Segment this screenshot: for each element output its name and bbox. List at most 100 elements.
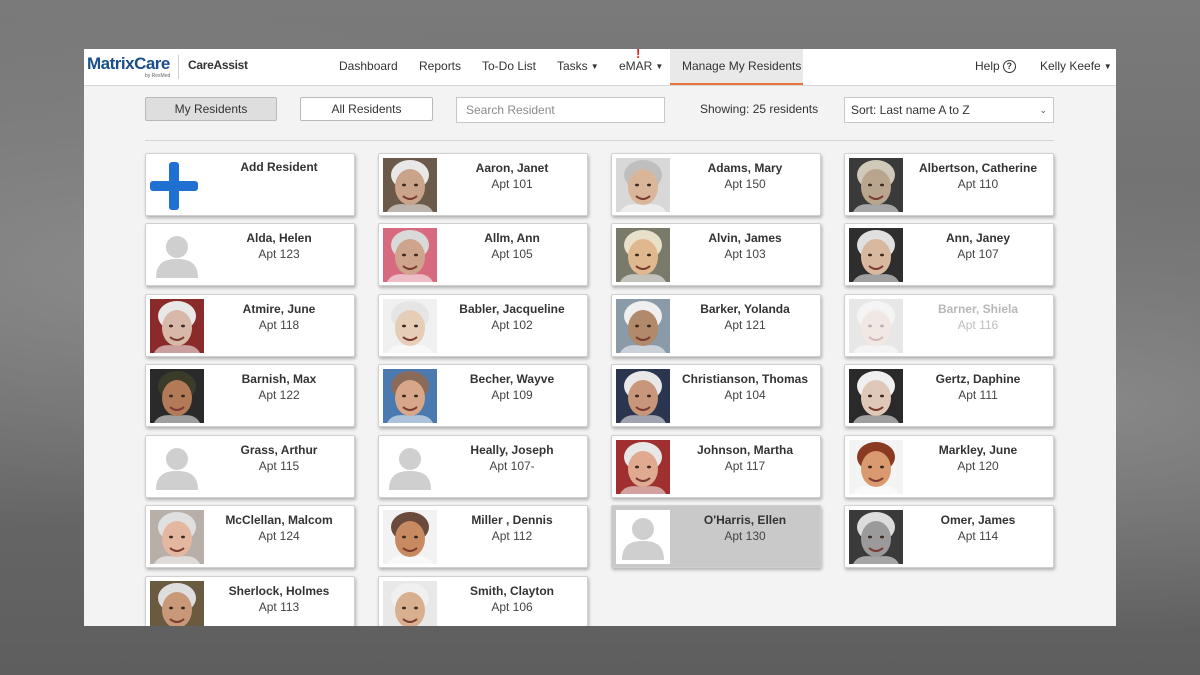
resident-card[interactable]: O'Harris, Ellen Apt 130 (611, 505, 821, 568)
resident-apartment: Apt 105 (491, 247, 533, 261)
resident-apartment: Apt 110 (957, 177, 999, 191)
nav-emar-label: eMAR (619, 59, 653, 73)
person-placeholder-icon (616, 510, 670, 564)
resident-card[interactable]: McClellan, Malcom Apt 124 (145, 505, 355, 568)
resident-card[interactable]: Heally, Joseph Apt 107- (378, 435, 588, 498)
resident-card[interactable]: Aaron, Janet Apt 101 (378, 153, 588, 216)
resident-card[interactable]: Barner, Shiela Apt 116 (844, 294, 1054, 357)
resident-name: Adams, Mary (707, 161, 783, 175)
resident-apartment: Apt 102 (491, 318, 533, 332)
search-resident-input[interactable] (456, 97, 665, 123)
resident-name: Christianson, Thomas (681, 372, 809, 386)
resident-card[interactable]: Atmire, June Apt 118 (145, 294, 355, 357)
resident-card[interactable]: Barnish, Max Apt 122 (145, 364, 355, 427)
resident-apartment: Apt 113 (258, 600, 300, 614)
resident-name: Smith, Clayton (469, 584, 554, 598)
resident-name: Heally, Joseph (470, 443, 554, 457)
resident-name: Albertson, Catherine (918, 161, 1038, 175)
resident-card[interactable]: Grass, Arthur Apt 115 (145, 435, 355, 498)
resident-card[interactable]: Becher, Wayve Apt 109 (378, 364, 588, 427)
resident-card[interactable]: Allm, Ann Apt 105 (378, 223, 588, 286)
all-residents-button[interactable]: All Residents (300, 97, 433, 121)
resident-name: Allm, Ann (484, 231, 540, 245)
add-resident-label: Add Resident (240, 160, 318, 174)
chevron-down-icon: ▼ (590, 62, 599, 71)
user-menu[interactable]: Kelly Keefe ▼ (1040, 49, 1112, 85)
resident-name: Alvin, James (708, 231, 782, 245)
resident-card[interactable]: Ann, Janey Apt 107 (844, 223, 1054, 286)
resident-apartment: Apt 104 (724, 388, 766, 402)
resident-apartment: Apt 122 (258, 388, 300, 402)
resident-photo (616, 158, 670, 212)
resident-name: Babler, Jacqueline (459, 302, 565, 316)
nav-help[interactable]: Help? (975, 49, 1016, 85)
resident-name: Sherlock, Holmes (228, 584, 330, 598)
my-residents-button[interactable]: My Residents (145, 97, 277, 121)
user-name: Kelly Keefe (1040, 59, 1101, 73)
resident-apartment: Apt 101 (491, 177, 533, 191)
resident-photo (150, 510, 204, 564)
sort-select[interactable]: Sort: Last name A to Z ⌄ (844, 97, 1054, 123)
help-icon: ? (1002, 60, 1016, 73)
resident-name: Barker, Yolanda (700, 302, 790, 316)
resident-apartment: Apt 120 (957, 459, 999, 473)
resident-photo (616, 369, 670, 423)
nav-tasks[interactable]: Tasks ▼ (557, 49, 599, 85)
resident-apartment: Apt 124 (258, 529, 300, 543)
add-resident-card[interactable]: Add Resident (145, 153, 355, 216)
person-placeholder-icon (383, 440, 437, 494)
nav-manage-my-residents[interactable]: Manage My Residents (670, 49, 803, 85)
nav-dashboard[interactable]: Dashboard (339, 49, 398, 85)
resident-apartment: Apt 114 (957, 529, 999, 543)
resident-apartment: Apt 107- (489, 459, 535, 473)
resident-name: Ann, Janey (945, 231, 1011, 245)
person-placeholder-icon (150, 440, 204, 494)
resident-card[interactable]: Omer, James Apt 114 (844, 505, 1054, 568)
resident-card[interactable]: Johnson, Martha Apt 117 (611, 435, 821, 498)
resident-card[interactable]: Sherlock, Holmes Apt 113 (145, 576, 355, 626)
resident-name: Markley, June (938, 443, 1018, 457)
resident-card[interactable]: Alvin, James Apt 103 (611, 223, 821, 286)
resident-name: Gertz, Daphine (935, 372, 1021, 386)
sort-value: Sort: Last name A to Z (851, 103, 970, 117)
resident-name: Omer, James (940, 513, 1016, 527)
resident-photo (849, 299, 903, 353)
resident-apartment: Apt 107 (957, 247, 999, 261)
resident-apartment: Apt 115 (258, 459, 300, 473)
resident-apartment: Apt 109 (491, 388, 533, 402)
product-name: CareAssist (188, 58, 248, 72)
resident-card[interactable]: Barker, Yolanda Apt 121 (611, 294, 821, 357)
resident-name: Johnson, Martha (696, 443, 793, 457)
resident-name: Aaron, Janet (475, 161, 549, 175)
resident-name: Alda, Helen (246, 231, 312, 245)
resident-card[interactable]: Miller , Dennis Apt 112 (378, 505, 588, 568)
logo-text: MatrixCare (87, 54, 170, 73)
resident-apartment: Apt 111 (958, 388, 998, 402)
nav-reports[interactable]: Reports (419, 49, 461, 85)
resident-card[interactable]: Markley, June Apt 120 (844, 435, 1054, 498)
nav-todo-list[interactable]: To-Do List (482, 49, 536, 85)
resident-card[interactable]: Smith, Clayton Apt 106 (378, 576, 588, 626)
nav-emar[interactable]: eMAR ▼ (619, 49, 663, 85)
top-navigation-bar: MatrixCare by ResMed CareAssist Dashboar… (84, 49, 1116, 86)
resident-photo (849, 158, 903, 212)
matrixcare-logo[interactable]: MatrixCare by ResMed (87, 54, 177, 80)
resident-card[interactable]: Gertz, Daphine Apt 111 (844, 364, 1054, 427)
resident-photo (383, 299, 437, 353)
resident-photo (383, 581, 437, 626)
residents-grid: Add Resident Aaron, Janet Apt 101 Adams, M… (145, 153, 1065, 626)
resident-card[interactable]: Adams, Mary Apt 150 (611, 153, 821, 216)
resident-apartment: Apt 112 (491, 529, 533, 543)
resident-apartment: Apt 123 (258, 247, 300, 261)
resident-apartment: Apt 103 (724, 247, 766, 261)
resident-card[interactable]: Alda, Helen Apt 123 (145, 223, 355, 286)
resident-photo (849, 440, 903, 494)
resident-card[interactable]: Albertson, Catherine Apt 110 (844, 153, 1054, 216)
resident-card[interactable]: Christianson, Thomas Apt 104 (611, 364, 821, 427)
logo-subtext: by ResMed (145, 73, 171, 79)
resident-photo (383, 158, 437, 212)
resident-photo (383, 369, 437, 423)
resident-card[interactable]: Babler, Jacqueline Apt 102 (378, 294, 588, 357)
nav-tasks-label: Tasks (557, 59, 588, 73)
chevron-down-icon: ▼ (1103, 62, 1112, 71)
